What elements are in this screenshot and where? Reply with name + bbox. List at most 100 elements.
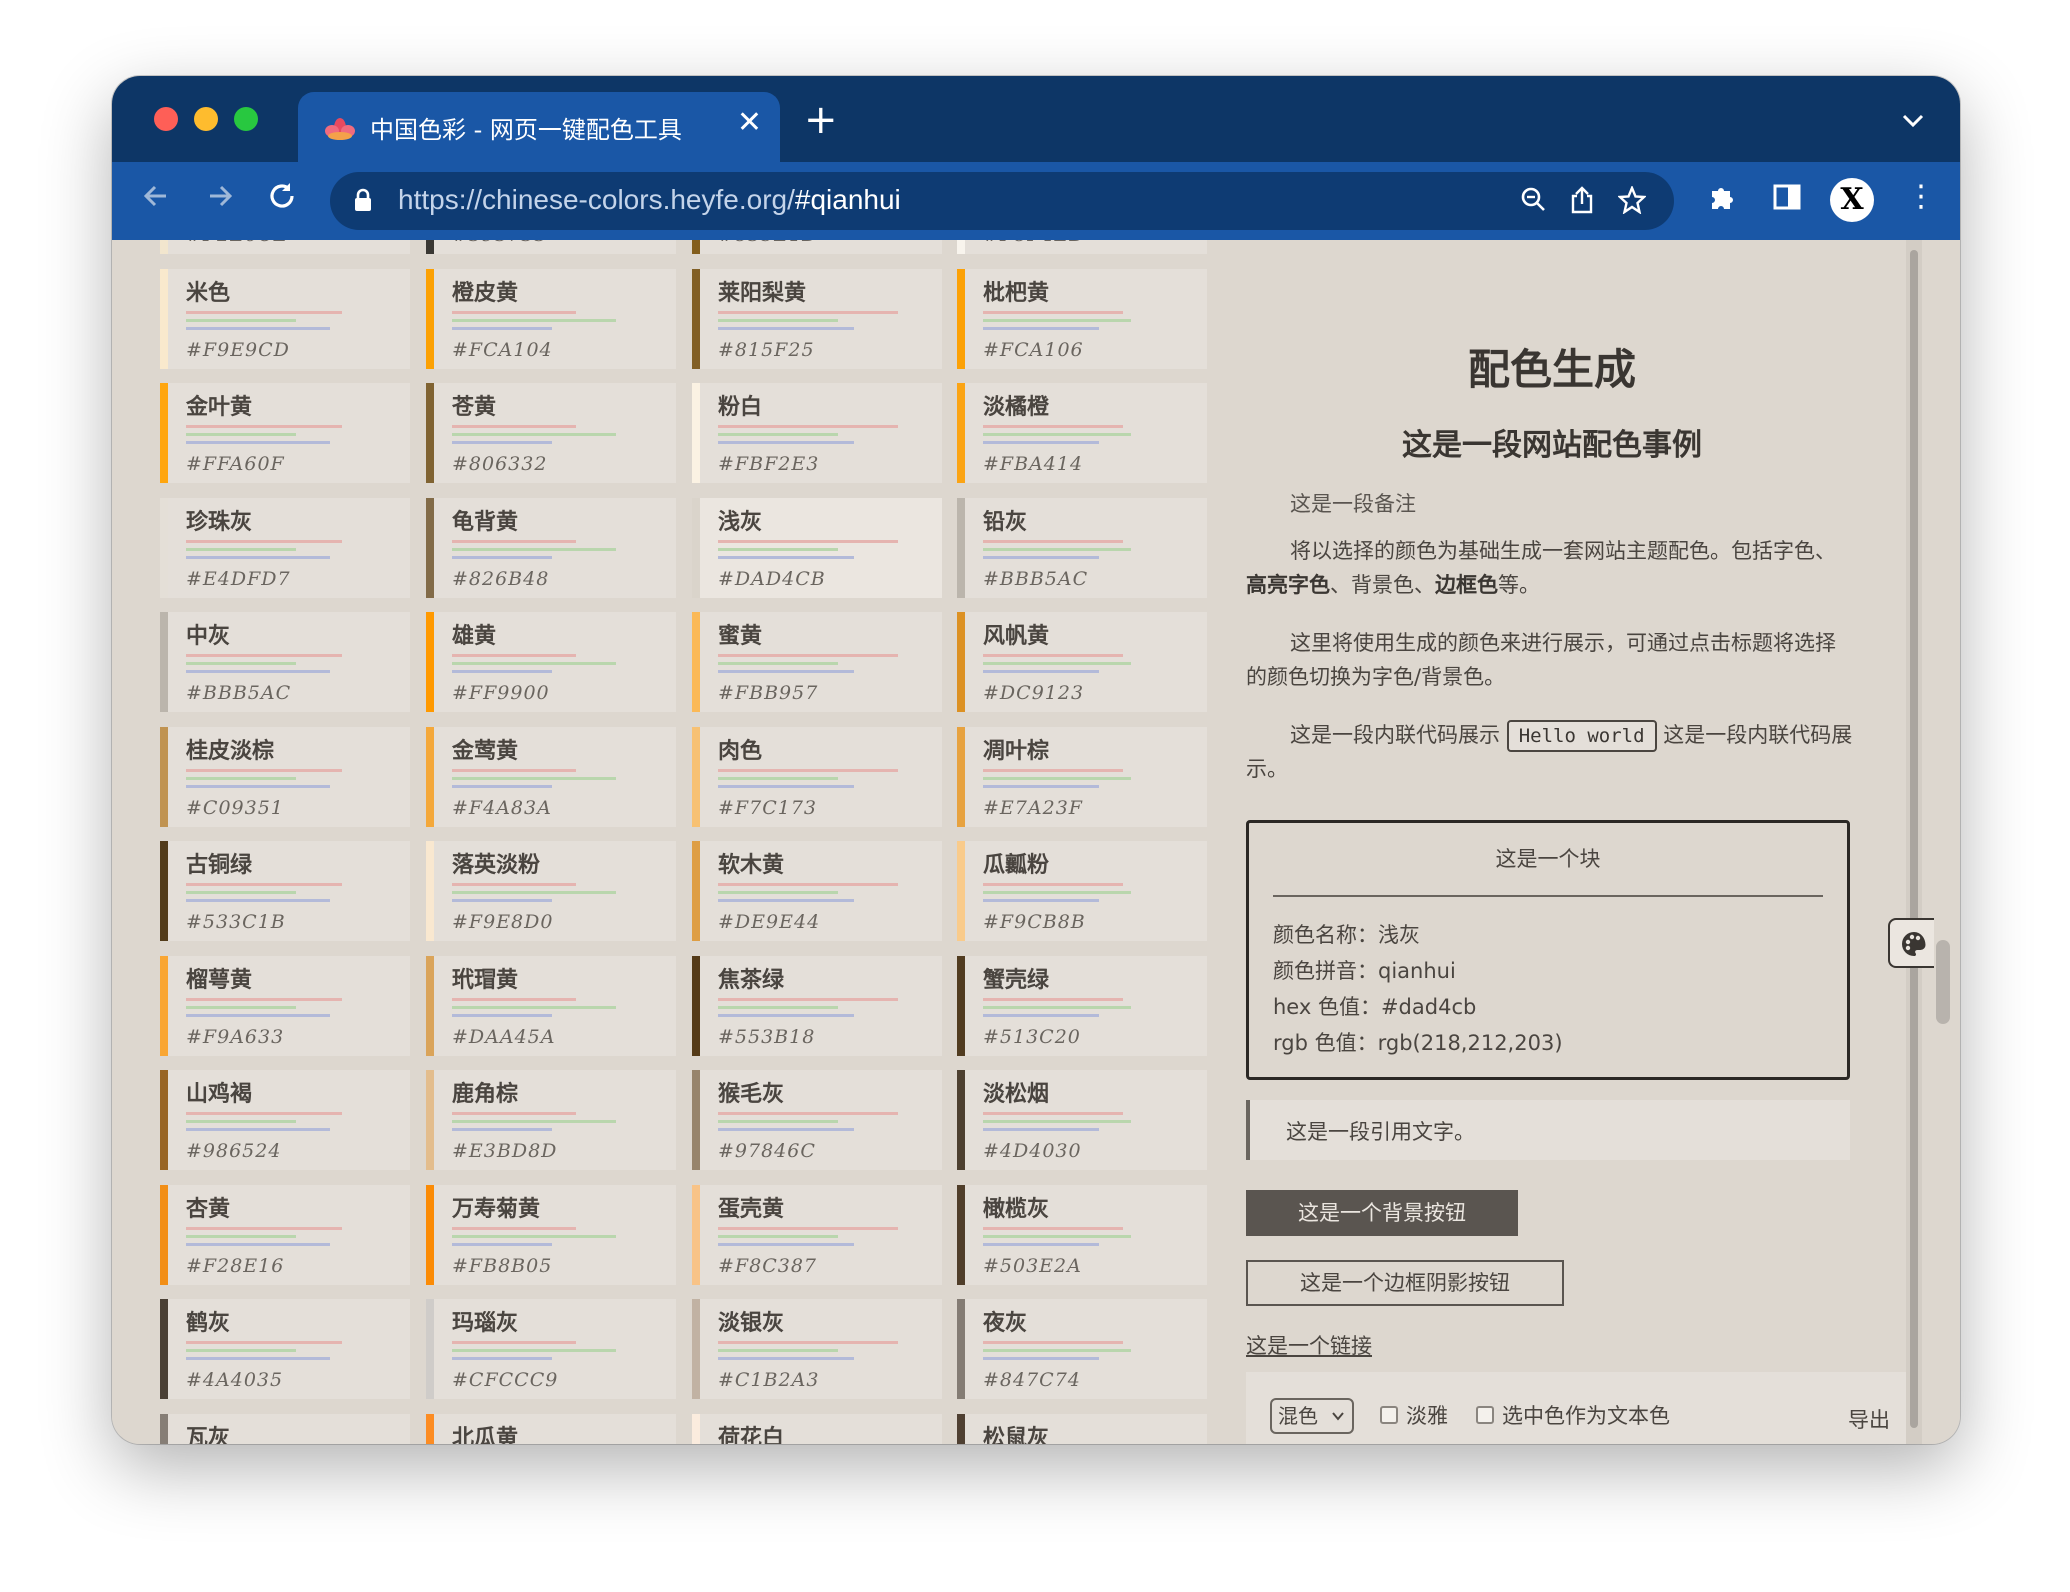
- color-card[interactable]: 苍黄 #806332: [426, 383, 676, 483]
- color-card[interactable]: 瓦灰: [160, 1413, 410, 1444]
- url-text[interactable]: https://chinese-colors.heyfe.org/#qianhu…: [398, 184, 901, 216]
- color-card-swatch-bar: [186, 662, 296, 665]
- color-card[interactable]: 米色 #F9E9CD: [160, 268, 410, 369]
- color-card[interactable]: 瓜瓤粉 #F9CB8B: [957, 841, 1207, 941]
- close-window-button[interactable]: [154, 107, 178, 131]
- background-button[interactable]: 这是一个背景按钮: [1246, 1190, 1518, 1236]
- color-card[interactable]: 鹤灰 #4A4035: [160, 1299, 410, 1399]
- color-card[interactable]: 龟背黄 #826B48: [426, 497, 676, 598]
- color-card-swatch-bar: [186, 1242, 330, 1246]
- color-card[interactable]: 古铜绿 #533C1B: [160, 841, 410, 941]
- address-bar[interactable]: https://chinese-colors.heyfe.org/#qianhu…: [330, 172, 1674, 230]
- color-card-name: 淡银灰: [718, 1311, 785, 1336]
- color-card[interactable]: 软木黄 #DE9E44: [692, 841, 942, 941]
- color-card[interactable]: #F2E6CE: [160, 240, 410, 254]
- color-card-swatch-bar: [983, 1341, 1123, 1344]
- color-card-swatch-bar: [718, 1242, 854, 1246]
- color-card[interactable]: 玳瑁黄 #DAA45A: [426, 955, 676, 1056]
- color-card[interactable]: 松鼠灰: [957, 1413, 1207, 1444]
- color-card[interactable]: 肉色 #F7C173: [692, 726, 942, 827]
- color-card[interactable]: 雄黄 #FF9900: [426, 612, 676, 712]
- elegant-checkbox-label[interactable]: 淡雅: [1406, 1400, 1448, 1430]
- color-card-name: 风帆黄: [983, 624, 1050, 649]
- color-card[interactable]: 橙皮黄 #FCA104: [426, 268, 676, 369]
- color-card[interactable]: 淡松烟 #4D4030: [957, 1070, 1207, 1170]
- lock-icon[interactable]: [354, 188, 372, 212]
- bookmark-star-icon[interactable]: [1617, 184, 1647, 221]
- color-card[interactable]: 铅灰 #BBB5AC: [957, 497, 1207, 598]
- tab-search-chevron-icon[interactable]: [1902, 102, 1924, 135]
- color-card-swatch-bar: [452, 768, 576, 772]
- color-card[interactable]: 金叶黄 #FFA60F: [160, 383, 410, 483]
- mix-mode-select[interactable]: 混色: [1270, 1398, 1354, 1434]
- border-shadow-button[interactable]: 这是一个边框阴影按钮: [1246, 1260, 1564, 1306]
- more-menu-icon[interactable]: ⋮: [1906, 182, 1936, 212]
- export-button[interactable]: 导出: [1848, 1404, 1890, 1434]
- color-card[interactable]: 杏黄 #F28E16: [160, 1184, 410, 1285]
- color-card-swatch-bar: [983, 768, 1123, 772]
- reload-icon[interactable]: [266, 180, 298, 218]
- color-card[interactable]: 蛋壳黄 #F8C387: [692, 1184, 942, 1285]
- color-card-swatch-bar: [452, 318, 616, 322]
- browser-tab[interactable]: 中国色彩 - 网页一键配色工具 ✕: [298, 92, 780, 162]
- palette-toggle-button[interactable]: [1888, 918, 1934, 968]
- color-card[interactable]: 凋叶棕 #E7A23F: [957, 726, 1207, 827]
- extensions-puzzle-icon[interactable]: [1708, 182, 1738, 218]
- forward-icon[interactable]: [204, 180, 236, 218]
- zoom-icon[interactable]: [1520, 186, 1546, 219]
- color-card-swatch-bar: [983, 318, 1131, 322]
- profile-avatar[interactable]: X: [1830, 178, 1874, 222]
- color-card[interactable]: 北瓜黄: [426, 1413, 676, 1444]
- back-icon[interactable]: [140, 180, 172, 218]
- color-card-hex: #DAA45A: [452, 1025, 556, 1048]
- color-card[interactable]: 山鸡褐 #986524: [160, 1070, 410, 1170]
- color-card[interactable]: 莱阳梨黄 #815F25: [692, 268, 942, 369]
- color-card-swatch-bar: [983, 1234, 1131, 1238]
- color-card-hex: #FBF2E3: [718, 453, 820, 475]
- panel-subtitle[interactable]: 这是一段网站配色事例: [1246, 420, 1858, 464]
- color-card-hex: #553B18: [718, 1025, 816, 1048]
- color-card-swatch-bar: [718, 425, 898, 428]
- color-card[interactable]: 榴萼黄 #F9A633: [160, 955, 410, 1056]
- color-card[interactable]: 珍珠灰 #E4DFD7: [160, 497, 410, 598]
- color-card[interactable]: 粉白 #FBF2E3: [692, 383, 942, 483]
- share-icon[interactable]: [1570, 186, 1594, 221]
- new-tab-button[interactable]: +: [804, 100, 838, 140]
- close-tab-icon[interactable]: ✕: [737, 108, 762, 138]
- color-card[interactable]: 落英淡粉 #F9E8D0: [426, 841, 676, 941]
- color-card[interactable]: 浅灰 #DAD4CB: [692, 497, 942, 598]
- color-card[interactable]: 夜灰 #847C74: [957, 1299, 1207, 1399]
- color-card[interactable]: 荷花白: [692, 1413, 942, 1444]
- elegant-checkbox[interactable]: [1380, 1406, 1398, 1424]
- color-card[interactable]: #393733: [426, 240, 676, 254]
- info-block: 这是一个块 颜色名称：浅灰 颜色拼音：qianhui hex 色值：#dad4c…: [1246, 820, 1850, 1080]
- text-color-checkbox[interactable]: [1476, 1406, 1494, 1424]
- color-card[interactable]: 中灰 #BBB5AC: [160, 612, 410, 712]
- color-card[interactable]: 猴毛灰 #97846C: [692, 1070, 942, 1170]
- side-panel-icon[interactable]: [1772, 182, 1802, 218]
- color-card[interactable]: 焦茶绿 #553B18: [692, 955, 942, 1056]
- text-color-checkbox-label[interactable]: 选中色作为文本色: [1502, 1400, 1670, 1430]
- color-card-hex: #DC9123: [983, 682, 1085, 704]
- color-card-hex: #BBB5AC: [983, 567, 1089, 590]
- color-card[interactable]: 风帆黄 #DC9123: [957, 612, 1207, 712]
- panel-scrollbar-thumb[interactable]: [1910, 250, 1918, 1428]
- minimize-window-button[interactable]: [194, 107, 218, 131]
- window-scrollbar-thumb[interactable]: [1936, 940, 1950, 1024]
- color-card[interactable]: 玛瑙灰 #CFCCC9: [426, 1299, 676, 1399]
- panel-title[interactable]: 配色生成: [1246, 336, 1858, 397]
- zoom-window-button[interactable]: [234, 107, 258, 131]
- sample-link[interactable]: 这是一个链接: [1246, 1330, 1372, 1360]
- color-card[interactable]: 枇杷黄 #FCA106: [957, 268, 1207, 369]
- color-card[interactable]: 万寿菊黄 #FB8B05: [426, 1184, 676, 1285]
- color-card[interactable]: 蜜黄 #FBB957: [692, 612, 942, 712]
- color-card[interactable]: 淡银灰 #C1B2A3: [692, 1299, 942, 1399]
- color-card[interactable]: 橄榄灰 #503E2A: [957, 1184, 1207, 1285]
- color-card[interactable]: 蟹壳绿 #513C20: [957, 955, 1207, 1056]
- color-card[interactable]: 桂皮淡棕 #C09351: [160, 726, 410, 827]
- color-card[interactable]: 金莺黄 #F4A83A: [426, 726, 676, 827]
- color-card[interactable]: 淡橘橙 #FBA414: [957, 383, 1207, 483]
- color-card[interactable]: #835E1D: [692, 240, 942, 254]
- color-card[interactable]: 鹿角棕 #E3BD8D: [426, 1070, 676, 1170]
- color-card[interactable]: #F8F4ED: [957, 240, 1207, 254]
